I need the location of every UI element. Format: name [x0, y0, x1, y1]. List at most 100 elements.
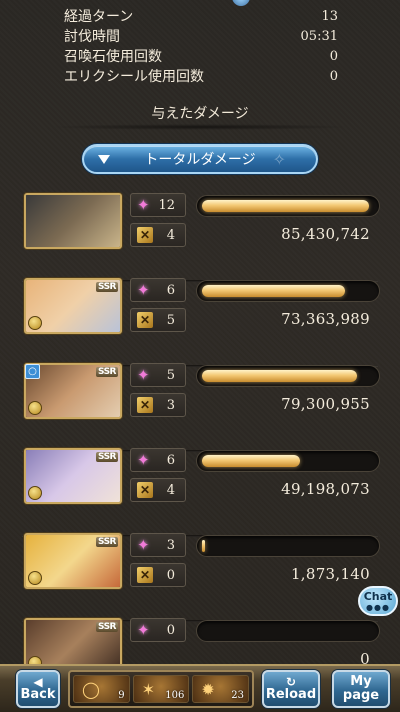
damage-value: 79,300,955 — [281, 395, 370, 413]
star-count-value: 12 — [158, 197, 175, 213]
attack-count-value: 4 — [166, 482, 175, 498]
character-portrait[interactable]: SSR — [24, 533, 122, 589]
attack-count: ✕ 4 — [130, 223, 186, 247]
star-count-value: 5 — [166, 367, 175, 383]
star-icon: ✦ — [137, 195, 150, 214]
element-icon — [28, 316, 42, 330]
element-icon — [28, 401, 42, 415]
attack-count-value: 0 — [166, 567, 175, 583]
damage-bar-fill — [202, 370, 357, 382]
mypage-button[interactable]: My page — [332, 670, 390, 708]
total-damage-button[interactable]: トータルダメージ ✧ — [82, 144, 318, 174]
item-count: 106 — [165, 690, 185, 701]
attack-count: ✕ 3 — [130, 393, 186, 417]
stat-label: 経過ターン — [64, 9, 134, 25]
attack-count-value: 4 — [166, 227, 175, 243]
damage-bar — [196, 535, 380, 557]
ring-icon: ◯ — [82, 680, 100, 699]
damage-value: 73,363,989 — [281, 310, 370, 328]
star-count-value: 3 — [166, 537, 175, 553]
chat-label: Chat — [363, 590, 393, 603]
stat-time: 討伐時間 05:31 — [64, 26, 338, 46]
rarity-badge: SSR — [96, 622, 118, 632]
rarity-badge: SSR — [96, 537, 118, 547]
character-row: SSR ✦ 6 ✕ 4 49,198,073 — [0, 448, 400, 537]
attack-count: ✕ 5 — [130, 308, 186, 332]
star-icon: ✦ — [137, 365, 150, 384]
star-icon: ✦ — [137, 280, 150, 299]
character-art — [26, 195, 120, 247]
divider — [50, 124, 350, 130]
damage-value: 1,873,140 — [290, 565, 370, 583]
stat-turns: 経過ターン 13 — [64, 6, 338, 26]
rarity-badge: SSR — [96, 452, 118, 462]
damage-value: 49,198,073 — [281, 480, 370, 498]
stat-value: 0 — [329, 68, 338, 84]
star-count: ✦ 3 — [130, 533, 186, 557]
rarity-badge: SSR — [96, 282, 118, 292]
character-row: SSR ✦ 6 ✕ 5 73,363,989 — [0, 278, 400, 367]
star-count-value: 6 — [166, 282, 175, 298]
crossed-swords-icon: ✕ — [137, 482, 153, 498]
crossed-swords-icon: ✕ — [137, 227, 153, 243]
damage-bar — [196, 450, 380, 472]
stat-label: 召喚石使用回数 — [64, 49, 162, 65]
element-icon — [28, 571, 42, 585]
stat-value: 05:31 — [300, 28, 338, 44]
reload-button[interactable]: ↻ Reload — [262, 670, 320, 708]
mypage-label: My page — [342, 674, 380, 703]
damage-bar — [196, 365, 380, 387]
star-icon: ✦ — [137, 535, 150, 554]
stat-label: 討伐時間 — [64, 29, 120, 45]
damage-bar-fill — [202, 285, 345, 297]
star-count-value: 6 — [166, 452, 175, 468]
attack-count-value: 5 — [166, 312, 175, 328]
item-bar: ◯ 9 ✶ 106 ✹ 23 — [68, 670, 254, 708]
total-damage-label: トータルダメージ — [144, 152, 256, 168]
damage-bar — [196, 195, 380, 217]
stat-label: エリクシール使用回数 — [64, 69, 204, 85]
item-slot[interactable]: ✶ 106 — [132, 675, 190, 703]
stat-value: 13 — [321, 8, 338, 24]
section-title: 与えたダメージ — [151, 106, 249, 122]
damage-bar — [196, 280, 380, 302]
stat-elixirs: エリクシール使用回数 0 — [64, 66, 338, 86]
item-slot[interactable]: ◯ 9 — [73, 675, 130, 703]
character-row: SSR ✦ 3 ✕ 0 1,873,140 — [0, 533, 400, 622]
item-count: 23 — [231, 690, 245, 701]
dots-icon: ●●● — [366, 603, 390, 612]
back-label: Back — [20, 687, 56, 702]
item-count: 9 — [118, 690, 125, 701]
crossed-swords-icon: ✕ — [137, 397, 153, 413]
star-icon: ✦ — [137, 620, 150, 639]
item-slot[interactable]: ✹ 23 — [192, 675, 250, 703]
star-count: ✦ 6 — [130, 448, 186, 472]
reload-label: Reload — [265, 687, 317, 702]
damage-bar-fill — [202, 200, 369, 212]
crossed-swords-icon: ✕ — [137, 567, 153, 583]
stat-value: 0 — [329, 48, 338, 64]
claw-icon: ✶ — [141, 680, 156, 699]
star-count: ✦ 6 — [130, 278, 186, 302]
damage-bar — [196, 620, 380, 642]
star-count: ✦ 0 — [130, 618, 186, 642]
crossed-swords-icon: ✕ — [137, 312, 153, 328]
chat-button[interactable]: Chat ●●● — [358, 586, 398, 616]
ornament-icon: ✧ — [272, 150, 286, 169]
back-button[interactable]: ◀ Back — [16, 670, 60, 708]
attack-count-value: 3 — [166, 397, 175, 413]
star-count-value: 0 — [166, 622, 175, 638]
fire-icon: ✹ — [201, 680, 215, 699]
stat-summons: 召喚石使用回数 0 — [64, 46, 338, 66]
character-portrait[interactable]: SSR — [24, 448, 122, 504]
attack-count: ✕ 0 — [130, 563, 186, 587]
rarity-badge: SSR — [96, 367, 118, 377]
damage-bar-fill — [202, 540, 206, 552]
character-portrait[interactable]: SSR — [24, 278, 122, 334]
star-count: ✦ 5 — [130, 363, 186, 387]
triangle-down-icon — [98, 155, 110, 164]
character-portrait[interactable] — [24, 193, 122, 249]
character-row: SSR ○ ✦ 5 ✕ 3 79,300,955 — [0, 363, 400, 452]
damage-value: 85,430,742 — [281, 225, 370, 243]
attack-count: ✕ 4 — [130, 478, 186, 502]
